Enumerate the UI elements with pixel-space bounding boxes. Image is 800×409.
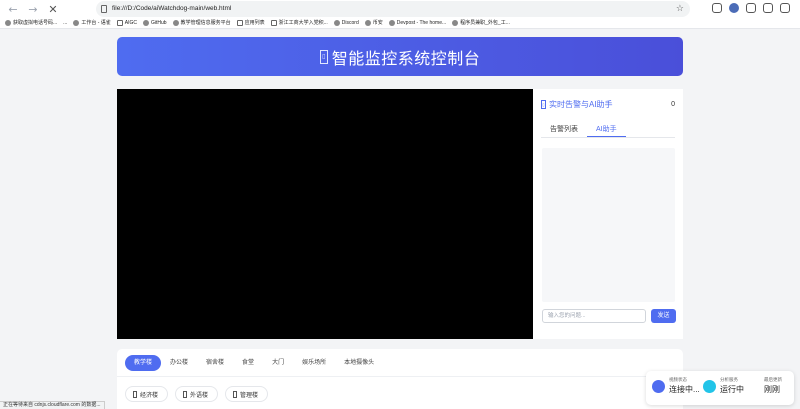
extension-icon[interactable] bbox=[712, 3, 722, 13]
page-title: 智能监控系统控制台 bbox=[331, 50, 481, 68]
nav-buttons: ← → ✕ bbox=[6, 3, 60, 17]
tab-dormitory[interactable]: 宿舍楼 bbox=[197, 355, 233, 371]
favorites-icon[interactable] bbox=[780, 3, 790, 13]
discord-icon bbox=[333, 20, 340, 26]
bookmark-item[interactable]: 教学管理信息服务平台 bbox=[172, 17, 231, 29]
tab-canteen[interactable]: 食堂 bbox=[233, 355, 263, 371]
chat-input[interactable]: 输入您的问题... bbox=[542, 309, 646, 323]
location-panel: 教学楼 办公楼 宿舍楼 食堂 大门 娱乐场所 本地摄像头 经济楼 外语楼 管理楼 bbox=[117, 349, 683, 409]
location-tabs: 教学楼 办公楼 宿舍楼 食堂 大门 娱乐场所 本地摄像头 bbox=[125, 355, 383, 371]
video-player[interactable] bbox=[117, 89, 533, 339]
bookmark-item[interactable]: Devpost - The home... bbox=[388, 17, 446, 29]
building-button-economics[interactable]: 经济楼 bbox=[125, 386, 169, 402]
file-icon bbox=[101, 5, 107, 13]
status-value: 连接中... bbox=[669, 385, 700, 394]
browser-chrome: ← → ✕ file:///D:/Code/aiWatchdog-main/we… bbox=[0, 0, 800, 29]
bookmark-item[interactable]: 工作台 - 语雀 bbox=[73, 17, 111, 29]
status-card: 视频状态 连接中... 分析服务 运行中 最后更新 刚刚 bbox=[646, 371, 794, 405]
bookmark-star-icon[interactable]: ☆ bbox=[676, 1, 684, 17]
devpost-icon bbox=[388, 20, 395, 26]
status-label: 分析服务 bbox=[720, 377, 738, 382]
bookmark-item[interactable]: GitHub bbox=[143, 17, 167, 29]
status-last-update: 最后更新 刚刚 bbox=[764, 377, 782, 395]
bookmark-folder[interactable]: AIGC bbox=[116, 17, 137, 29]
browser-actions bbox=[712, 3, 790, 13]
tab-ai-assistant[interactable]: AI助手 bbox=[587, 125, 626, 137]
split-screen-icon[interactable] bbox=[746, 3, 756, 13]
bookmark-item[interactable]: 币安 bbox=[364, 17, 383, 29]
folder-icon bbox=[236, 20, 243, 26]
divider bbox=[117, 376, 683, 377]
building-icon bbox=[183, 390, 188, 398]
status-label: 最后更新 bbox=[764, 377, 782, 382]
analysis-status-icon bbox=[703, 379, 716, 393]
profile-avatar[interactable] bbox=[729, 3, 739, 13]
bookmark-item[interactable]: ... bbox=[63, 17, 67, 29]
status-label: 视频状态 bbox=[669, 377, 687, 382]
video-status-icon bbox=[652, 379, 665, 393]
tab-office-building[interactable]: 办公楼 bbox=[161, 355, 197, 371]
bookmark-item[interactable]: Discord bbox=[333, 17, 359, 29]
globe-icon bbox=[5, 20, 11, 26]
chat-messages bbox=[542, 148, 675, 302]
alert-count: 0 bbox=[671, 100, 675, 108]
folder-icon bbox=[116, 20, 123, 26]
sync-icon[interactable] bbox=[763, 3, 773, 13]
camera-icon: ▯ bbox=[319, 49, 328, 64]
building-icon bbox=[233, 390, 238, 398]
building-icon bbox=[133, 390, 137, 398]
bookmark-folder[interactable]: 浙江工商大学入党积... bbox=[270, 17, 328, 29]
send-button[interactable]: 发送 bbox=[651, 309, 676, 323]
bookmark-item[interactable]: 程序员兼职_外包_工... bbox=[452, 17, 510, 29]
alert-icon: ▯ bbox=[541, 99, 546, 109]
side-panel-title: 实时告警与AI助手 bbox=[549, 99, 613, 109]
tab-local-camera[interactable]: 本地摄像头 bbox=[335, 355, 383, 371]
freelance-icon bbox=[452, 20, 459, 26]
tab-entertainment[interactable]: 娱乐场所 bbox=[293, 355, 335, 371]
tab-alert-list[interactable]: 告警列表 bbox=[541, 125, 587, 137]
stop-loading-icon[interactable]: ✕ bbox=[46, 3, 60, 17]
bookmark-folder[interactable]: 应用列表 bbox=[236, 17, 265, 29]
folder-icon bbox=[270, 20, 277, 26]
binance-icon bbox=[364, 20, 371, 26]
gear-icon bbox=[172, 20, 179, 26]
side-panel: ▯ 实时告警与AI助手 0 告警列表 AI助手 输入您的问题... 发送 bbox=[533, 89, 683, 339]
back-icon[interactable]: ← bbox=[6, 3, 20, 17]
side-tabs: 告警列表 AI助手 bbox=[541, 125, 675, 138]
status-value: 刚刚 bbox=[764, 385, 780, 394]
status-analysis: 分析服务 运行中 bbox=[703, 377, 744, 395]
building-button-management[interactable]: 管理楼 bbox=[225, 386, 269, 402]
github-icon bbox=[143, 20, 150, 26]
building-buttons: 经济楼 外语楼 管理楼 bbox=[125, 386, 269, 402]
bookmark-item[interactable]: 获取虚拟电话号码... bbox=[5, 17, 57, 29]
address-bar[interactable]: file:///D:/Code/aiWatchdog-main/web.html… bbox=[96, 1, 690, 17]
building-button-languages[interactable]: 外语楼 bbox=[175, 386, 219, 402]
tab-teaching-building[interactable]: 教学楼 bbox=[125, 355, 162, 371]
address-url: file:///D:/Code/aiWatchdog-main/web.html bbox=[112, 5, 232, 12]
page-header: ▯ 智能监控系统控制台 bbox=[117, 37, 683, 76]
status-value: 运行中 bbox=[720, 385, 744, 394]
forward-icon[interactable]: → bbox=[26, 3, 40, 17]
status-video: 视频状态 连接中... bbox=[652, 377, 700, 395]
side-panel-header: ▯ 实时告警与AI助手 0 bbox=[541, 98, 675, 110]
browser-status-text: 正在等待来自 cdnjs.cloudflare.com 的数据... bbox=[0, 401, 105, 409]
yuque-icon bbox=[73, 20, 80, 26]
tab-gate[interactable]: 大门 bbox=[263, 355, 293, 371]
bookmarks-bar: 获取虚拟电话号码... ... 工作台 - 语雀 AIGC GitHub 教学管… bbox=[0, 17, 800, 29]
